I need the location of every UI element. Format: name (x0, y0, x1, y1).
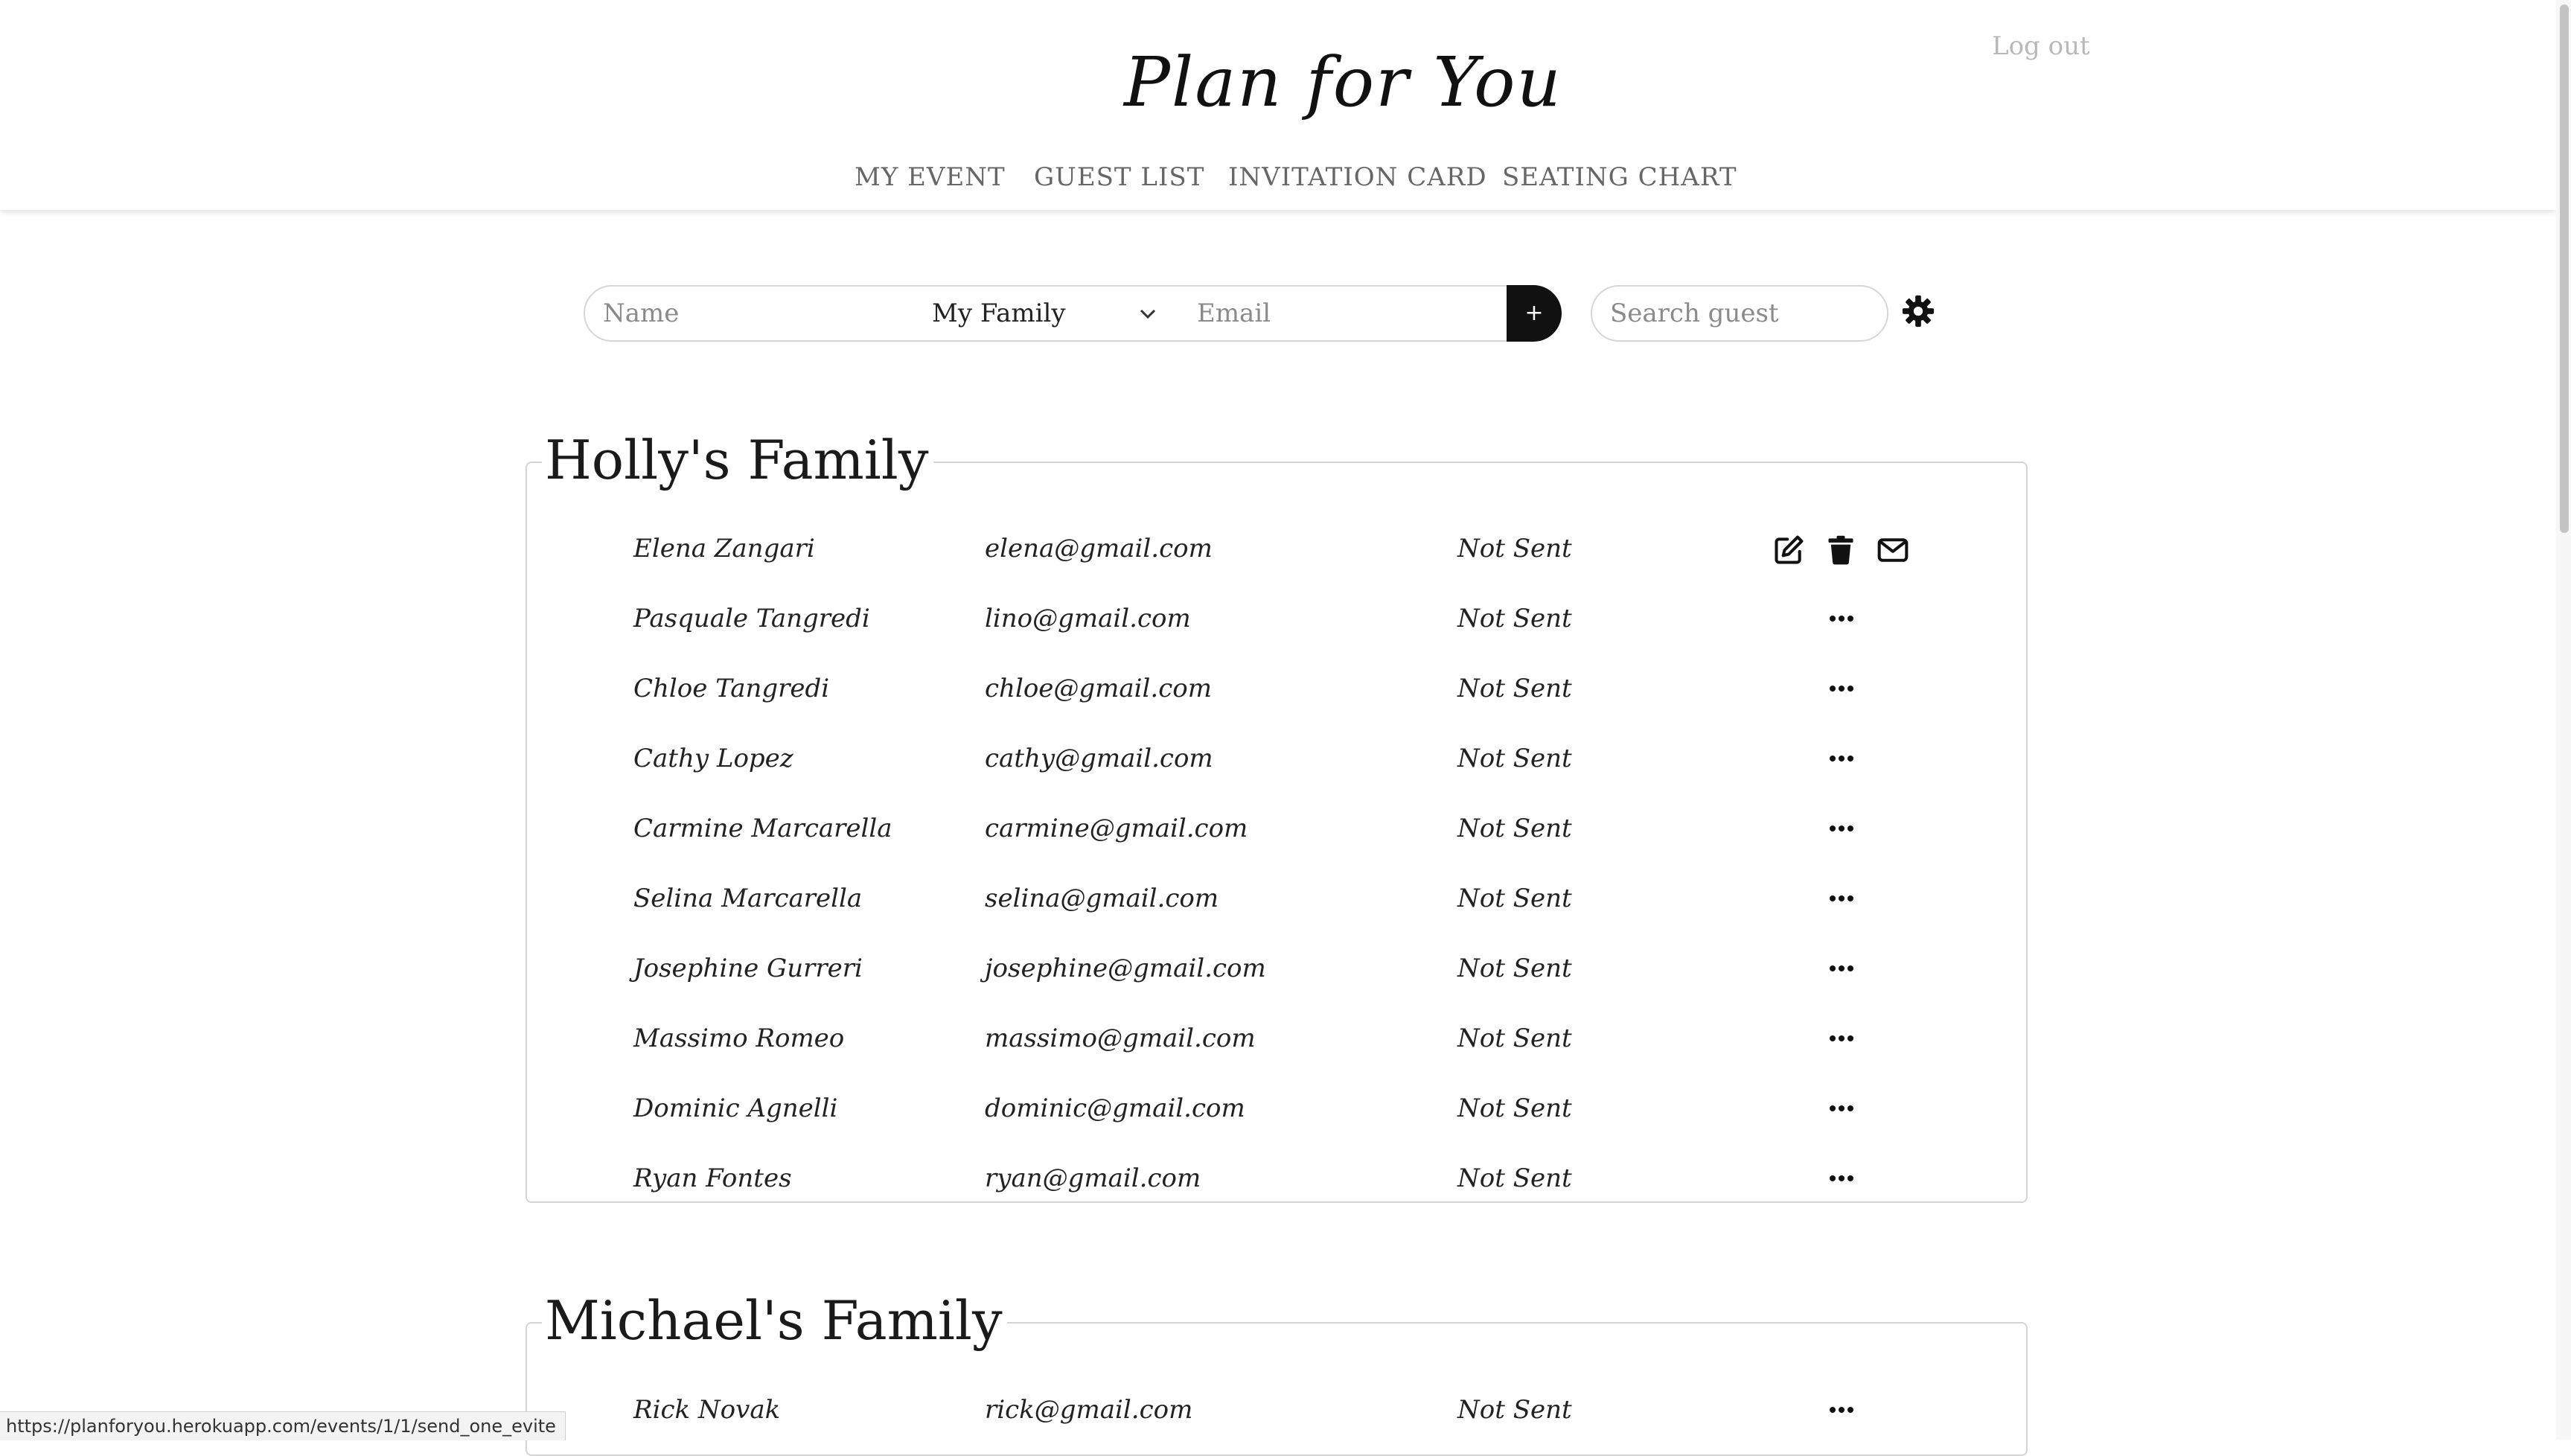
guest-email: dominic@gmail.com (985, 1093, 1245, 1123)
guest-row: Chloe Tangredi chloe@gmail.com Not Sent (0, 666, 2556, 711)
site-logo[interactable]: Plan for You (1124, 27, 1561, 138)
invite-status: Not Sent (1457, 1024, 1572, 1053)
edit-icon[interactable] (1772, 534, 1805, 566)
guest-email: selina@gmail.com (985, 884, 1219, 913)
guest-name: Pasquale Tangredi (633, 604, 870, 633)
trash-icon[interactable] (1824, 534, 1857, 566)
guest-name: Selina Marcarella (633, 884, 863, 913)
invite-status: Not Sent (1457, 814, 1572, 843)
main-nav: MY EVENT GUEST LIST INVITATION CARD SEAT… (0, 162, 2556, 199)
more-icon[interactable] (1828, 1101, 1855, 1116)
guest-row: Dominic Agnelli dominic@gmail.com Not Se… (0, 1086, 2556, 1131)
link-status-bar: https://planforyou.herokuapp.com/events/… (0, 1411, 566, 1440)
guest-email: chloe@gmail.com (985, 674, 1212, 703)
guest-email: cathy@gmail.com (985, 744, 1213, 773)
guest-row: Carmine Marcarella carmine@gmail.com Not… (0, 806, 2556, 851)
search-box (1591, 285, 1888, 342)
nav-my-event[interactable]: MY EVENT (855, 162, 1006, 192)
guest-email: rick@gmail.com (985, 1395, 1193, 1425)
more-icon[interactable] (1828, 1031, 1855, 1046)
guest-row: Selina Marcarella selina@gmail.com Not S… (0, 876, 2556, 921)
guest-name: Cathy Lopez (633, 744, 793, 773)
invite-status: Not Sent (1457, 534, 1572, 563)
guest-name: Chloe Tangredi (633, 674, 830, 703)
more-icon[interactable] (1828, 821, 1855, 836)
guest-name: Elena Zangari (633, 534, 815, 563)
group-title: Holly's Family (542, 424, 933, 496)
add-guest-form: My Family (584, 285, 1560, 342)
chevron-down-icon[interactable] (1139, 308, 1157, 320)
guest-row: Josephine Gurreri josephine@gmail.com No… (0, 946, 2556, 991)
email-input[interactable] (1197, 287, 1480, 340)
guest-row: Massimo Romeo massimo@gmail.com Not Sent (0, 1016, 2556, 1061)
invite-status: Not Sent (1457, 1163, 1572, 1193)
invite-status: Not Sent (1457, 884, 1572, 913)
invite-status: Not Sent (1457, 954, 1572, 983)
invite-status: Not Sent (1457, 604, 1572, 633)
guest-email: elena@gmail.com (985, 534, 1213, 563)
nav-seating-chart[interactable]: SEATING CHART (1502, 162, 1737, 192)
top-header: Plan for You Log out MY EVENT GUEST LIST… (0, 0, 2556, 210)
guest-email: carmine@gmail.com (985, 814, 1248, 843)
guest-email: lino@gmail.com (985, 604, 1191, 633)
guest-row: Cathy Lopez cathy@gmail.com Not Sent (0, 736, 2556, 781)
group-title: Michael's Family (542, 1285, 1007, 1356)
guest-row: Elena Zangari elena@gmail.com Not Sent (0, 526, 2556, 571)
more-icon[interactable] (1828, 681, 1855, 696)
more-icon[interactable] (1828, 961, 1855, 976)
guest-row: Pasquale Tangredi lino@gmail.com Not Sen… (0, 596, 2556, 641)
guest-name: Josephine Gurreri (633, 954, 863, 983)
group-select[interactable]: My Family (932, 287, 1170, 340)
more-icon[interactable] (1828, 751, 1855, 766)
invite-status: Not Sent (1457, 1093, 1572, 1123)
name-input[interactable] (603, 287, 886, 340)
more-icon[interactable] (1828, 1171, 1855, 1186)
more-icon[interactable] (1828, 611, 1855, 626)
more-icon[interactable] (1828, 891, 1855, 906)
guest-email: josephine@gmail.com (985, 954, 1266, 983)
add-guest-button[interactable]: + (1507, 285, 1562, 342)
gear-icon[interactable] (1901, 294, 1935, 328)
guest-name: Carmine Marcarella (633, 814, 892, 843)
invite-status: Not Sent (1457, 1395, 1572, 1425)
guest-name: Massimo Romeo (633, 1024, 845, 1053)
invite-status: Not Sent (1457, 674, 1572, 703)
search-input[interactable] (1610, 287, 1871, 340)
guest-email: ryan@gmail.com (985, 1163, 1201, 1193)
guest-name: Rick Novak (633, 1395, 781, 1425)
guest-name: Dominic Agnelli (633, 1093, 838, 1123)
nav-guest-list[interactable]: GUEST LIST (1034, 162, 1204, 192)
nav-invitation-card[interactable]: INVITATION CARD (1228, 162, 1487, 192)
mail-icon[interactable] (1877, 534, 1909, 566)
guest-row: Ryan Fontes ryan@gmail.com Not Sent (0, 1156, 2556, 1201)
guest-email: massimo@gmail.com (985, 1024, 1256, 1053)
scrollbar-thumb[interactable] (2560, 4, 2569, 533)
logout-link[interactable]: Log out (1992, 31, 2090, 61)
invite-status: Not Sent (1457, 744, 1572, 773)
more-icon[interactable] (1828, 1402, 1855, 1417)
guest-name: Ryan Fontes (633, 1163, 792, 1193)
